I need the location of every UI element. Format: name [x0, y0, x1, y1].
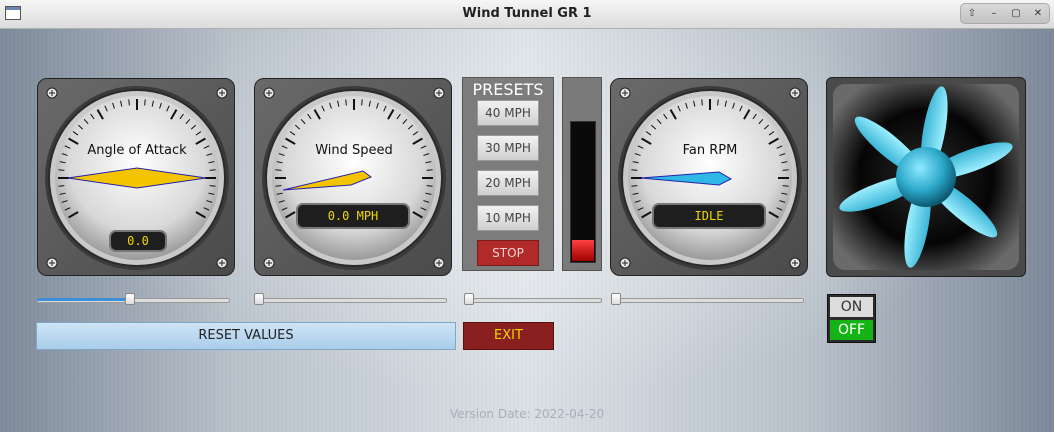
preset-30-button[interactable]: 30 MPH	[477, 135, 539, 161]
toggle-off-option[interactable]: OFF	[830, 320, 873, 340]
fan-rpm-gauge: Fan RPM IDLE	[610, 78, 808, 276]
fan-tick	[701, 99, 703, 106]
fan-tick	[717, 99, 719, 106]
wind-speed-dial	[262, 86, 446, 270]
fan-rpm-slider-knob[interactable]	[611, 293, 621, 305]
preset-20-button[interactable]: 20 MPH	[477, 170, 539, 196]
wind-speed-slider-knob[interactable]	[254, 293, 264, 305]
fan-rpm-slider-track	[611, 298, 804, 303]
aoa-tick	[209, 185, 216, 187]
fan-rpm-dial	[618, 86, 802, 270]
fan-rpm-readout: IDLE	[652, 203, 766, 229]
aoa-tick	[58, 185, 65, 187]
angle-of-attack-gauge: Angle of Attack 0.0	[37, 78, 235, 276]
presets-title: PRESETS	[472, 80, 544, 99]
power-toggle[interactable]: ON OFF	[827, 294, 876, 343]
toggle-on-option[interactable]: ON	[830, 297, 873, 317]
wind-tick	[275, 185, 282, 187]
wind-speed-label: Wind Speed	[315, 143, 393, 158]
window-title: Wind Tunnel GR 1	[462, 6, 592, 21]
aoa-tick	[58, 169, 65, 171]
wind-tick	[426, 185, 433, 187]
fan-rpm-slider[interactable]	[611, 292, 804, 308]
wind-tick	[426, 169, 433, 171]
fan-tick	[782, 185, 789, 187]
aoa-slider-knob[interactable]	[125, 293, 135, 305]
wind-speed-slider-track	[254, 298, 447, 303]
maximize-icon[interactable]: ▢	[1007, 8, 1025, 19]
wind-speed-gauge: Wind Speed 0.0 MPH	[254, 78, 452, 276]
fan-icon	[833, 84, 1019, 270]
aoa-tick	[209, 169, 216, 171]
aoa-label: Angle of Attack	[87, 143, 187, 158]
title-bar: Wind Tunnel GR 1 ⇧ – ▢ ✕	[0, 0, 1054, 29]
wind-tick	[361, 99, 363, 106]
aoa-tick	[144, 99, 146, 106]
close-icon[interactable]: ✕	[1029, 8, 1047, 19]
fan-tick	[782, 169, 789, 171]
level-meter	[562, 77, 602, 271]
reset-values-button[interactable]: RESET VALUES	[36, 322, 456, 350]
wind-speed-readout: 0.0 MPH	[296, 203, 410, 229]
fan-display	[826, 77, 1026, 277]
aoa-tick	[128, 99, 130, 106]
window-controls: ⇧ – ▢ ✕	[960, 3, 1050, 24]
fan-tick	[631, 169, 638, 171]
version-date: Version Date: 2022-04-20	[449, 407, 605, 421]
stop-button[interactable]: STOP	[477, 240, 539, 266]
preset-10-button[interactable]: 10 MPH	[477, 205, 539, 231]
wind-tick	[275, 169, 282, 171]
wind-tick	[345, 99, 347, 106]
fan-tick	[631, 185, 638, 187]
minimize-icon[interactable]: –	[985, 8, 1003, 19]
pin-icon[interactable]: ⇧	[963, 8, 981, 19]
fan-rpm-label: Fan RPM	[682, 143, 738, 158]
aoa-readout: 0.0	[109, 230, 167, 252]
preset-40-button[interactable]: 40 MPH	[477, 100, 539, 126]
exit-button[interactable]: EXIT	[463, 322, 554, 350]
presets-slider-knob[interactable]	[464, 293, 474, 305]
presets-slider-track	[464, 298, 602, 303]
wind-speed-slider[interactable]	[254, 292, 447, 308]
aoa-slider-fill	[37, 298, 130, 301]
presets-panel: PRESETS 40 MPH 30 MPH 20 MPH 10 MPH STOP	[462, 77, 554, 271]
presets-slider[interactable]	[464, 292, 602, 308]
aoa-slider[interactable]	[37, 292, 230, 308]
level-meter-fill	[572, 240, 594, 261]
level-meter-well	[570, 121, 596, 263]
